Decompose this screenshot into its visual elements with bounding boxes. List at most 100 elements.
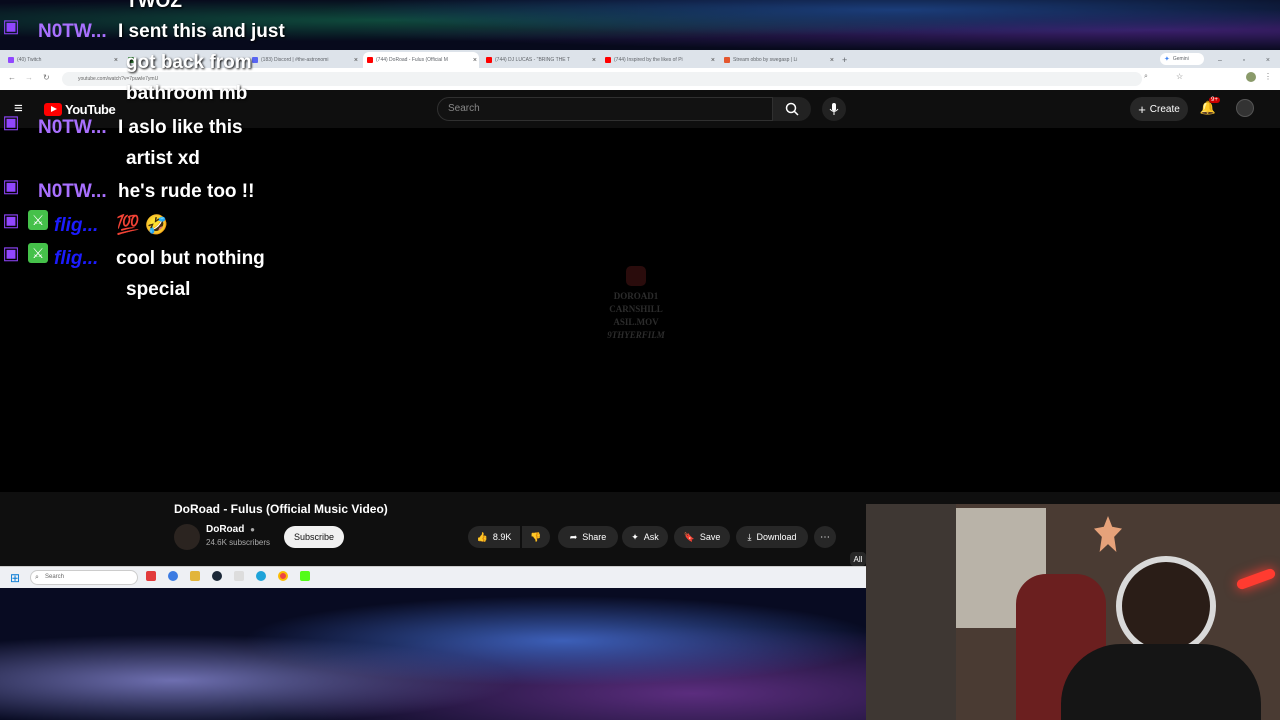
tab-favicon-icon — [724, 57, 730, 63]
windows-start-icon[interactable]: ⊞ — [10, 571, 20, 585]
watermark-line: DOROAD1 — [613, 291, 659, 301]
maximize-icon[interactable]: ▫ — [1243, 57, 1245, 64]
youtube-favicon-icon — [486, 57, 492, 63]
gemini-icon: ✦ — [1164, 56, 1170, 63]
profile-avatar[interactable] — [1246, 72, 1256, 82]
save-button[interactable]: 🔖 Save — [674, 526, 730, 548]
close-tab-icon[interactable]: × — [354, 57, 358, 64]
chat-message: ▣ N0TW... I aslo like this — [0, 112, 243, 143]
close-tab-icon[interactable]: × — [473, 57, 477, 64]
ask-label: Ask — [643, 532, 659, 542]
more-actions-button[interactable]: ⋯ — [814, 526, 836, 548]
star-decoration — [1094, 516, 1122, 552]
chat-message: got back from — [126, 47, 252, 78]
gemini-label: Gemini — [1172, 56, 1189, 62]
search-icon — [785, 102, 799, 116]
webcam-wall — [866, 504, 956, 720]
zoom-icon[interactable]: ⌕ — [1144, 73, 1148, 81]
sword-badge-icon: ⚔ — [28, 243, 48, 263]
chat-message-text: artist xd — [126, 148, 200, 169]
chat-username: N0TW... — [38, 181, 107, 202]
create-label: Create — [1149, 103, 1180, 115]
chat-message-text: TWOZ — [126, 0, 182, 12]
app-icon[interactable] — [300, 571, 310, 581]
youtube-favicon-icon — [367, 57, 373, 63]
close-tab-icon[interactable]: × — [830, 57, 834, 64]
youtube-favicon-icon — [605, 57, 611, 63]
notification-badge: 9+ — [1209, 97, 1220, 103]
chat-username: flig... — [54, 248, 99, 269]
search-input[interactable]: Search — [437, 97, 773, 121]
watermark-text: DOROAD1 CARNSHILL ASIL.MOV 9THYERFILM — [596, 290, 676, 342]
chat-message-text: cool but nothing — [116, 248, 265, 269]
tab-youtube-2[interactable]: (744) DJ LUCAS - "BRING THE T × — [482, 52, 598, 68]
chat-username: N0TW... — [38, 21, 107, 42]
red-light — [1235, 567, 1277, 591]
notifications-button[interactable]: 🔔 9+ — [1198, 97, 1220, 118]
tab-youtube-3[interactable]: (744) Inspired by the likes of Pi × — [601, 52, 717, 68]
chat-message-text: I sent this and just — [118, 21, 285, 42]
like-count: 8.9K — [492, 532, 512, 542]
chat-message: ▣ N0TW... I sent this and just — [0, 16, 285, 47]
file-explorer-icon[interactable] — [190, 571, 200, 581]
browser-menu-icon[interactable]: ⋮ — [1264, 72, 1272, 81]
close-tab-icon[interactable]: × — [592, 57, 596, 64]
channel-avatar[interactable] — [174, 524, 200, 550]
app-icon[interactable] — [168, 571, 178, 581]
share-button[interactable]: ➦ Share — [558, 526, 618, 548]
watermark-line: CARNSHILL — [609, 304, 663, 314]
chrome-icon[interactable] — [278, 571, 288, 581]
tab-label: (744) DoRoad - Fulus (Official M — [376, 57, 448, 63]
app-icon[interactable] — [234, 571, 244, 581]
verified-icon: ● — [250, 525, 255, 534]
chat-message: TWOZ — [126, 0, 182, 17]
dislike-button[interactable]: 👎 — [522, 526, 550, 548]
search-button[interactable] — [773, 97, 811, 121]
download-button[interactable]: ⤓ Download — [736, 526, 808, 548]
channel-name-row[interactable]: DoRoad ● — [206, 524, 255, 535]
chat-message: bathroom mb — [126, 78, 247, 109]
desktop-wallpaper-bottom — [0, 588, 866, 720]
like-button[interactable]: 👍 8.9K — [468, 526, 520, 548]
sword-badge-icon: ⚔ — [28, 210, 48, 230]
plus-icon: + — [1138, 101, 1146, 117]
person-head — [1116, 556, 1216, 656]
chat-message-text: special — [126, 279, 191, 300]
close-window-icon[interactable]: × — [1266, 57, 1270, 64]
tab-label: (744) Inspired by the likes of Pi — [614, 57, 683, 63]
edge-icon[interactable] — [256, 571, 266, 581]
account-avatar[interactable] — [1236, 99, 1254, 117]
app-icon[interactable] — [146, 571, 156, 581]
subscriber-count: 24.6K subscribers — [206, 538, 271, 547]
tab-youtube-active[interactable]: (744) DoRoad - Fulus (Official M × — [363, 52, 479, 68]
gemini-button[interactable]: ✦ Gemini — [1160, 53, 1204, 65]
ask-button[interactable]: ✦ Ask — [622, 526, 668, 548]
taskbar-search-label: Search — [45, 574, 65, 580]
taskbar-search[interactable]: ⌕ Search — [30, 570, 138, 585]
share-arrow-icon: ➦ — [569, 531, 578, 542]
webcam-feed — [866, 504, 1280, 720]
more-horizontal-icon: ⋯ — [820, 531, 830, 543]
new-tab-button[interactable]: + — [838, 52, 854, 68]
search-icon: ⌕ — [35, 574, 39, 581]
chat-username: N0TW... — [38, 117, 107, 138]
channel-name[interactable]: DoRoad — [206, 524, 244, 535]
twitch-badge-icon: ▣ — [2, 112, 20, 132]
tab-stream[interactable]: Stream obbo by swegasp | Li × — [720, 52, 836, 68]
bookmark-star-icon[interactable]: ☆ — [1176, 72, 1183, 81]
chat-message-text: I aslo like this — [118, 117, 243, 138]
chip-all[interactable]: All — [850, 552, 866, 566]
watermark-line: 9THYERFILM — [607, 330, 665, 340]
chat-message-text: got back from — [126, 52, 252, 73]
search-placeholder: Search — [448, 103, 480, 114]
minimize-icon[interactable]: – — [1218, 57, 1222, 64]
voice-search-button[interactable] — [822, 97, 846, 121]
twitch-badge-icon: ▣ — [2, 243, 20, 263]
close-tab-icon[interactable]: × — [711, 57, 715, 64]
create-button[interactable]: + Create — [1130, 97, 1188, 121]
subscribe-button[interactable]: Subscribe — [284, 526, 344, 548]
stream-chat-overlay: TWOZ ▣ N0TW... I sent this and just got … — [0, 0, 330, 310]
twitch-badge-icon: ▣ — [2, 176, 20, 196]
steam-icon[interactable] — [212, 571, 222, 581]
windows-taskbar: ⊞ ⌕ Search — [0, 566, 866, 589]
